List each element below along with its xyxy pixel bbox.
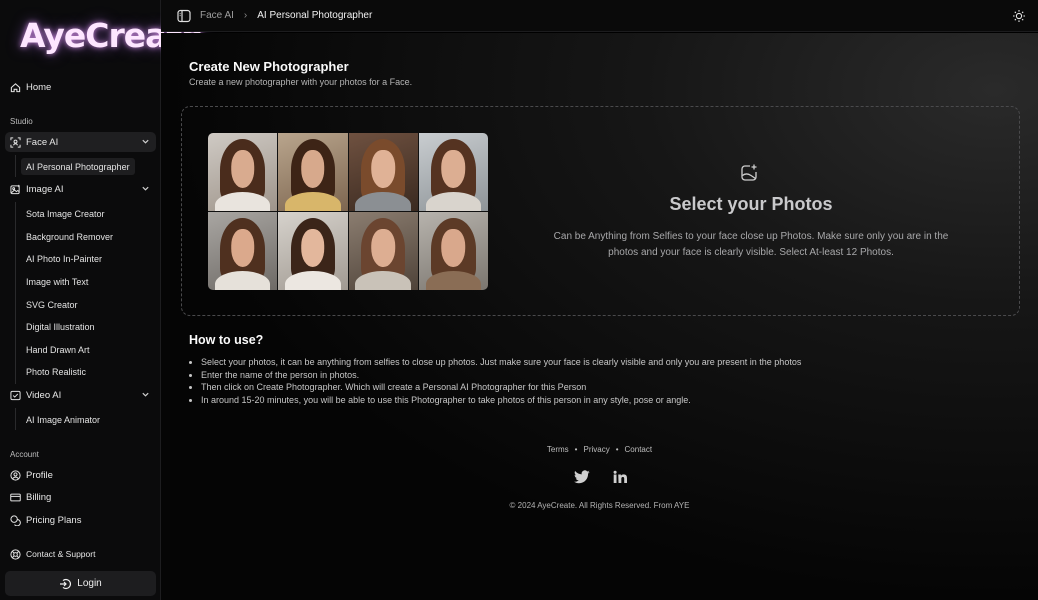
sample-photo — [208, 212, 278, 290]
footer-link-contact[interactable]: Contact — [625, 445, 653, 454]
sample-photo — [418, 133, 488, 211]
sidebar-item-pricing-plans[interactable]: Pricing Plans — [5, 510, 156, 530]
dropzone-description: Can be Anything from Selfies to your fac… — [553, 231, 949, 258]
home-icon — [10, 82, 21, 93]
face-scan-icon — [10, 136, 21, 148]
sidebar-item-label: Image AI — [26, 183, 64, 195]
image-plus-icon — [741, 164, 757, 181]
sidebar-subitem-image-with-text[interactable]: Image with Text — [21, 273, 93, 290]
sidebar: AyeCreate Home Studio Face AI AI Persona… — [0, 0, 204, 600]
sidebar-item-billing[interactable]: Billing — [5, 487, 156, 507]
sample-photos-grid — [208, 133, 488, 290]
submenu-rail — [15, 408, 16, 430]
howto-step: Enter the name of the person in photos. — [201, 369, 801, 382]
sample-photo — [278, 133, 348, 211]
footer-link-privacy[interactable]: Privacy — [583, 445, 609, 454]
main-content: Create New Photographer Create a new pho… — [161, 33, 1038, 600]
submenu-rail — [15, 155, 16, 177]
lifebuoy-icon — [10, 548, 21, 560]
section-label-account: Account — [10, 450, 39, 459]
submenu-rail — [15, 202, 16, 384]
section-label-studio: Studio — [10, 117, 33, 126]
chevron-down-icon — [142, 139, 149, 144]
chevron-down-icon — [142, 392, 149, 397]
footer-links: Terms • Privacy • Contact — [161, 445, 1038, 454]
image-icon — [10, 184, 21, 195]
sidebar-subitem-ai-image-animator[interactable]: AI Image Animator — [21, 411, 105, 428]
login-button[interactable]: Login — [5, 571, 156, 596]
sidebar-item-label: Pricing Plans — [26, 514, 82, 526]
page-subtitle: Create a new photographer with your phot… — [189, 77, 413, 87]
footer-link-terms[interactable]: Terms — [547, 445, 569, 454]
howto-step: Then click on Create Photographer. Which… — [201, 381, 801, 394]
sample-photo — [348, 212, 418, 290]
photo-dropzone[interactable]: Select your Photos Can be Anything from … — [181, 106, 1020, 316]
sidebar-item-label: Billing — [26, 491, 52, 503]
sidebar-item-face-ai[interactable]: Face AI — [5, 132, 156, 152]
dropzone-title: Select your Photos — [669, 194, 833, 214]
breadcrumb-parent[interactable]: Face AI — [200, 10, 234, 21]
sidebar-item-home[interactable]: Home — [5, 77, 156, 97]
separator-dot: • — [615, 445, 619, 454]
sidebar-item-label: Face AI — [26, 136, 59, 148]
login-label: Login — [77, 578, 102, 589]
chevron-down-icon — [142, 186, 149, 191]
sidebar-item-video-ai[interactable]: Video AI — [5, 385, 156, 405]
sidebar-item-label: Contact & Support — [26, 549, 96, 559]
sample-photo — [418, 212, 488, 290]
sidebar-subitem-hand-drawn-art[interactable]: Hand Drawn Art — [21, 341, 95, 358]
sun-icon[interactable] — [1012, 9, 1026, 23]
twitter-icon[interactable] — [574, 470, 590, 484]
sidebar-subitem-ai-photo-in-painter[interactable]: AI Photo In-Painter — [21, 250, 107, 267]
sidebar-toggle-icon[interactable] — [177, 9, 191, 23]
linkedin-icon[interactable] — [612, 470, 628, 484]
sidebar-item-profile[interactable]: Profile — [5, 465, 156, 485]
page-title: Create New Photographer — [189, 59, 349, 74]
copyright-text: © 2024 AyeCreate. All Rights Reserved. F… — [509, 501, 690, 510]
sidebar-item-image-ai[interactable]: Image AI — [5, 179, 156, 199]
user-circle-icon — [10, 469, 21, 481]
credit-card-icon — [10, 492, 21, 503]
sidebar-subitem-photo-realistic[interactable]: Photo Realistic — [21, 363, 91, 380]
sample-photo — [208, 133, 278, 211]
sidebar-item-label: Home — [26, 81, 52, 93]
sample-photo — [278, 212, 348, 290]
breadcrumb-current: AI Personal Photographer — [257, 10, 373, 21]
howto-step: Select your photos, it can be anything f… — [201, 356, 801, 369]
sidebar-subitem-digital-illustration[interactable]: Digital Illustration — [21, 318, 100, 335]
video-icon — [10, 390, 21, 401]
sidebar-subitem-svg-creator[interactable]: SVG Creator — [21, 296, 83, 313]
howto-title: How to use? — [189, 333, 264, 347]
sample-photo — [348, 133, 418, 211]
separator-dot: • — [574, 445, 578, 454]
sidebar-item-label: Profile — [26, 469, 53, 481]
login-icon — [60, 578, 72, 589]
howto-list: Select your photos, it can be anything f… — [201, 356, 801, 406]
sidebar-item-label: Video AI — [26, 389, 62, 401]
sidebar-subitem-background-remover[interactable]: Background Remover — [21, 228, 118, 245]
coins-icon — [10, 514, 21, 526]
sidebar-subitem-sota-image-creator[interactable]: Sota Image Creator — [21, 205, 110, 222]
howto-step: In around 15-20 minutes, you will be abl… — [201, 394, 801, 407]
top-bar: Face AI › AI Personal Photographer — [161, 0, 1038, 32]
breadcrumb-separator-icon: › — [243, 10, 248, 21]
sidebar-subitem-ai-personal-photographer[interactable]: AI Personal Photographer — [21, 158, 135, 175]
sidebar-item-contact-support[interactable]: Contact & Support — [5, 544, 156, 564]
